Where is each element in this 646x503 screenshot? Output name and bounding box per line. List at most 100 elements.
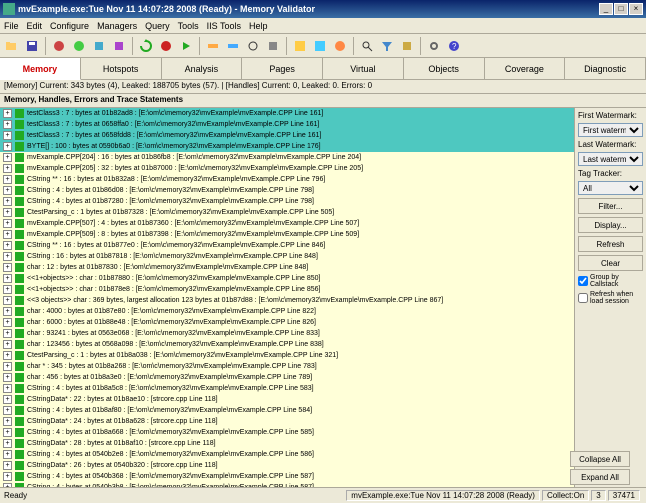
group-callstack-checkbox[interactable] bbox=[578, 276, 588, 286]
collapse-all-button[interactable]: Collapse All bbox=[570, 451, 630, 467]
expand-icon[interactable]: + bbox=[3, 131, 12, 140]
tree-row[interactable]: +char * : 345 : bytes at 01b8a268 : [E:\… bbox=[0, 361, 574, 372]
tab-memory[interactable]: Memory bbox=[0, 58, 81, 80]
expand-icon[interactable]: + bbox=[3, 197, 12, 206]
clear-button[interactable]: Clear bbox=[578, 255, 643, 271]
expand-icon[interactable]: + bbox=[3, 230, 12, 239]
tree-row[interactable]: +mvExample.CPP[204] : 16 : bytes at 01b8… bbox=[0, 152, 574, 163]
expand-icon[interactable]: + bbox=[3, 373, 12, 382]
last-watermark-select[interactable]: Last watermark bbox=[578, 152, 643, 166]
tag-tracker-select[interactable]: All bbox=[578, 181, 643, 195]
tool-icon[interactable] bbox=[90, 37, 108, 55]
filter-button[interactable]: Filter... bbox=[578, 198, 643, 214]
tree-row[interactable]: +BYTE[] : 100 : bytes at 0590b6a0 : [E:\… bbox=[0, 141, 574, 152]
expand-icon[interactable]: + bbox=[3, 439, 12, 448]
tab-pages[interactable]: Pages bbox=[242, 58, 323, 79]
tree-row[interactable]: +CString : 4 : bytes at 01b8af80 : [E:\o… bbox=[0, 405, 574, 416]
search-icon[interactable] bbox=[358, 37, 376, 55]
tree-row[interactable]: +char : 4000 : bytes at 01b87e80 : [E:\o… bbox=[0, 306, 574, 317]
stop-icon[interactable] bbox=[157, 37, 175, 55]
menu-tools[interactable]: Tools bbox=[178, 21, 199, 31]
tool-icon[interactable] bbox=[224, 37, 242, 55]
tree-row[interactable]: +testClass3 : 7 : bytes at 0658ffa0 : [E… bbox=[0, 119, 574, 130]
tree-row[interactable]: +CString : 4 : bytes at 01b87280 : [E:\o… bbox=[0, 196, 574, 207]
expand-icon[interactable]: + bbox=[3, 318, 12, 327]
tab-virtual[interactable]: Virtual bbox=[323, 58, 404, 79]
first-watermark-select[interactable]: First watermark bbox=[578, 123, 643, 137]
expand-icon[interactable]: + bbox=[3, 263, 12, 272]
menu-query[interactable]: Query bbox=[145, 21, 170, 31]
tool-icon[interactable] bbox=[50, 37, 68, 55]
menu-iis-tools[interactable]: IIS Tools bbox=[207, 21, 241, 31]
tree-row[interactable]: +CString ** : 16 : bytes at 01b877e0 : [… bbox=[0, 240, 574, 251]
tree-row[interactable]: +testClass3 : 7 : bytes at 0658fdd8 : [E… bbox=[0, 130, 574, 141]
refresh-load-checkbox[interactable] bbox=[578, 293, 588, 303]
tool-icon[interactable] bbox=[331, 37, 349, 55]
expand-icon[interactable]: + bbox=[3, 252, 12, 261]
tree-row[interactable]: +CStringData* : 26 : bytes at 0540b320 :… bbox=[0, 460, 574, 471]
tree-row[interactable]: +testClass3 : 7 : bytes at 01b82ad8 : [E… bbox=[0, 108, 574, 119]
expand-icon[interactable]: + bbox=[3, 428, 12, 437]
tree-row[interactable]: +CStringData* : 24 : bytes at 01b8a628 :… bbox=[0, 416, 574, 427]
tree-row[interactable]: +char : 12 : bytes at 01b87830 : [E:\om\… bbox=[0, 262, 574, 273]
tree-row[interactable]: +CString ** : 16 : bytes at 01b832a8 : [… bbox=[0, 174, 574, 185]
tree-row[interactable]: +CString : 4 : bytes at 0540b2e8 : [E:\o… bbox=[0, 449, 574, 460]
expand-icon[interactable]: + bbox=[3, 153, 12, 162]
play-icon[interactable] bbox=[177, 37, 195, 55]
expand-icon[interactable]: + bbox=[3, 307, 12, 316]
tree-row[interactable]: +char : 93241 : bytes at 0563e068 : [E:\… bbox=[0, 328, 574, 339]
menu-configure[interactable]: Configure bbox=[50, 21, 89, 31]
tool-icon[interactable] bbox=[311, 37, 329, 55]
expand-icon[interactable]: + bbox=[3, 241, 12, 250]
expand-icon[interactable]: + bbox=[3, 120, 12, 129]
memory-tree[interactable]: +testClass3 : 7 : bytes at 01b82ad8 : [E… bbox=[0, 108, 574, 487]
expand-icon[interactable]: + bbox=[3, 175, 12, 184]
tree-row[interactable]: +<<1+objects>> : char : 01b878e8 : [E:\o… bbox=[0, 284, 574, 295]
tool-icon[interactable] bbox=[291, 37, 309, 55]
expand-icon[interactable]: + bbox=[3, 384, 12, 393]
expand-icon[interactable]: + bbox=[3, 329, 12, 338]
tab-analysis[interactable]: Analysis bbox=[162, 58, 243, 79]
tab-hotspots[interactable]: Hotspots bbox=[81, 58, 162, 79]
tab-diagnostic[interactable]: Diagnostic bbox=[565, 58, 646, 79]
expand-icon[interactable]: + bbox=[3, 351, 12, 360]
expand-icon[interactable]: + bbox=[3, 186, 12, 195]
maximize-button[interactable]: □ bbox=[614, 3, 628, 15]
menu-file[interactable]: File bbox=[4, 21, 19, 31]
tool-icon[interactable] bbox=[204, 37, 222, 55]
gear-icon[interactable] bbox=[425, 37, 443, 55]
menu-managers[interactable]: Managers bbox=[97, 21, 137, 31]
tool-icon[interactable] bbox=[264, 37, 282, 55]
tree-row[interactable]: +CStringData* : 28 : bytes at 01b8af10 :… bbox=[0, 438, 574, 449]
tree-row[interactable]: +mvExample.CPP[509] : 8 : bytes at 01b87… bbox=[0, 229, 574, 240]
tree-row[interactable]: +CString : 4 : bytes at 01b8a668 : [E:\o… bbox=[0, 427, 574, 438]
expand-icon[interactable]: + bbox=[3, 208, 12, 217]
expand-icon[interactable]: + bbox=[3, 109, 12, 118]
expand-icon[interactable]: + bbox=[3, 450, 12, 459]
menu-edit[interactable]: Edit bbox=[27, 21, 43, 31]
tool-icon[interactable] bbox=[398, 37, 416, 55]
tab-objects[interactable]: Objects bbox=[404, 58, 485, 79]
expand-all-button[interactable]: Expand All bbox=[570, 469, 630, 485]
expand-icon[interactable]: + bbox=[3, 461, 12, 470]
open-icon[interactable] bbox=[3, 37, 21, 55]
tree-row[interactable]: +char : 456 : bytes at 01b8a3e0 : [E:\om… bbox=[0, 372, 574, 383]
expand-icon[interactable]: + bbox=[3, 362, 12, 371]
tree-row[interactable]: +CString : 4 : bytes at 01b86d08 : [E:\o… bbox=[0, 185, 574, 196]
expand-icon[interactable]: + bbox=[3, 472, 12, 481]
refresh-button[interactable]: Refresh bbox=[578, 236, 643, 252]
expand-icon[interactable]: + bbox=[3, 406, 12, 415]
filter-icon[interactable] bbox=[378, 37, 396, 55]
tree-row[interactable]: +char : 6000 : bytes at 01b88e48 : [E:\o… bbox=[0, 317, 574, 328]
tree-row[interactable]: +mvExample.CPP[205] : 32 : bytes at 01b8… bbox=[0, 163, 574, 174]
tree-row[interactable]: +CString : 4 : bytes at 01b8a5c8 : [E:\o… bbox=[0, 383, 574, 394]
tab-coverage[interactable]: Coverage bbox=[485, 58, 566, 79]
expand-icon[interactable]: + bbox=[3, 340, 12, 349]
tree-row[interactable]: +CStringData* : 22 : bytes at 01b8ae10 :… bbox=[0, 394, 574, 405]
display-button[interactable]: Display... bbox=[578, 217, 643, 233]
tool-icon[interactable] bbox=[110, 37, 128, 55]
tree-row[interactable]: +CtestParsing_c : 1 : bytes at 01b8a038 … bbox=[0, 350, 574, 361]
tree-row[interactable]: +CString : 16 : bytes at 01b87818 : [E:\… bbox=[0, 251, 574, 262]
expand-icon[interactable]: + bbox=[3, 142, 12, 151]
expand-icon[interactable]: + bbox=[3, 417, 12, 426]
